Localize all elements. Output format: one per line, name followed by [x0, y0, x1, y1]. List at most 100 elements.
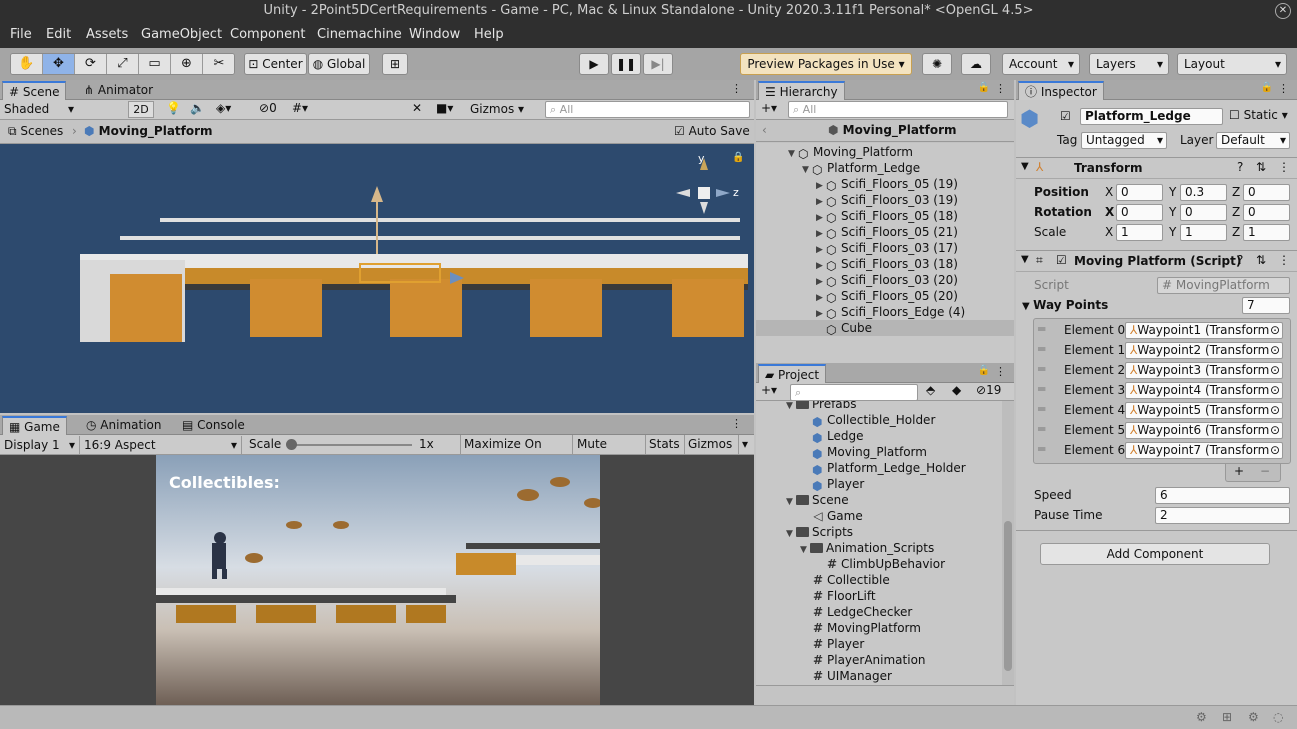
shading-dropdown[interactable]: Shaded ▾	[4, 101, 76, 118]
mute-audio-toggle[interactable]: Mute Audio	[572, 435, 644, 470]
stats-toggle[interactable]: Stats	[645, 435, 683, 454]
step-button[interactable]: ▶|	[643, 53, 673, 75]
object-picker-icon[interactable]: ⊙	[1270, 343, 1280, 358]
enabled-checkbox[interactable]: ☑	[1056, 253, 1067, 267]
hierarchy-item[interactable]: ▶ ⬡ Scifi_Floors_Edge (4)	[756, 304, 1014, 321]
drag-handle-icon[interactable]: ═	[1038, 362, 1045, 376]
project-script[interactable]: # PlayerAnimation	[812, 652, 926, 668]
game-gizmos-dropdown[interactable]: Gizmos ▾	[684, 435, 752, 454]
object-picker-icon[interactable]: ⊙	[1270, 443, 1280, 458]
lock-icon[interactable]: 🔒	[978, 365, 990, 376]
object-name-field[interactable]: Platform_Ledge	[1080, 108, 1223, 125]
menu-cinemachine[interactable]: Cinemachine	[317, 27, 402, 42]
add-element-button[interactable]: +	[1234, 464, 1244, 478]
help-icon[interactable]: ?	[1237, 160, 1243, 174]
menu-dots-icon[interactable]: ⋮	[731, 82, 742, 95]
waypoints-label[interactable]: ▼ Way Points	[1022, 296, 1108, 316]
waypoint-element[interactable]: ═ Element 5 ⅄Waypoint6 (Transform ⊙	[1034, 421, 1290, 441]
hierarchy-item-selected[interactable]: ⬡ Cube	[756, 320, 1014, 337]
project-search-input[interactable]: ⌕	[790, 384, 918, 401]
scene-viewport[interactable]: y z 🔒	[0, 144, 754, 413]
rect-tool-icon[interactable]: ▭	[139, 54, 171, 74]
menu-window[interactable]: Window	[409, 27, 460, 42]
scale-slider[interactable]	[286, 439, 412, 450]
scale-z-field[interactable]: 1	[1243, 224, 1290, 241]
object-picker-icon[interactable]: ⊙	[1270, 403, 1280, 418]
waypoint-element[interactable]: ═ Element 0 ⅄Waypoint1 (Transform ⊙	[1034, 321, 1290, 341]
menu-gameobject[interactable]: GameObject	[141, 27, 222, 42]
waypoint-element[interactable]: ═ Element 1 ⅄Waypoint2 (Transform ⊙	[1034, 341, 1290, 361]
more-icon[interactable]: ⋮	[1278, 160, 1290, 174]
project-asset[interactable]: ⬢ Platform_Ledge_Holder	[812, 460, 966, 477]
snap-icon[interactable]: ⊞	[382, 53, 408, 75]
object-picker-icon[interactable]: ⊙	[1270, 423, 1280, 438]
close-window-icon[interactable]: ✕	[1275, 3, 1291, 19]
lock-icon[interactable]: 🔒	[1261, 82, 1273, 93]
tab-project[interactable]: ▰ Project	[758, 364, 827, 383]
light-icon[interactable]: ✺	[922, 53, 952, 75]
camera-icon[interactable]: ■▾	[436, 101, 453, 115]
label-icon[interactable]: ◆	[952, 383, 961, 397]
effects-icon[interactable]: ◈▾	[216, 101, 231, 115]
breadcrumb-root[interactable]: ⧉ Scenes	[8, 124, 63, 139]
presets-icon[interactable]: ⇅	[1256, 253, 1266, 267]
scale-tool-icon[interactable]: ⤢	[107, 54, 139, 74]
account-dropdown[interactable]: Account ▾	[1002, 53, 1080, 75]
tab-hierarchy[interactable]: ☰ Hierarchy	[758, 81, 845, 100]
lock-icon[interactable]: 🔒	[732, 152, 744, 163]
presets-icon[interactable]: ⇅	[1256, 160, 1266, 174]
audio-icon[interactable]: 🔈	[190, 101, 205, 115]
hierarchy-item[interactable]: ▶ ⬡ Scifi_Floors_05 (18)	[756, 208, 1014, 225]
menu-edit[interactable]: Edit	[46, 27, 71, 42]
object-picker-icon[interactable]: ⊙	[1270, 323, 1280, 338]
project-script[interactable]: # Collectible	[812, 572, 890, 588]
hierarchy-item[interactable]: ▶ ⬡ Scifi_Floors_03 (18)	[756, 256, 1014, 273]
bug-icon[interactable]: ⚙	[1196, 710, 1207, 724]
drag-handle-icon[interactable]: ═	[1038, 342, 1045, 356]
tag-dropdown[interactable]: Untagged ▾	[1081, 132, 1167, 149]
pivot-center-button[interactable]: ⊡ Center	[244, 53, 307, 75]
grid-icon[interactable]: #▾	[292, 101, 308, 115]
scale-x-field[interactable]: 1	[1116, 224, 1163, 241]
project-folder[interactable]: ▼ Scripts	[786, 524, 853, 540]
scene-search-input[interactable]: ⌕ All	[545, 101, 750, 118]
hierarchy-item[interactable]: ▶ ⬡ Scifi_Floors_03 (20)	[756, 272, 1014, 289]
cache-icon[interactable]: ⊞	[1222, 710, 1232, 724]
script-component-header[interactable]: ▼ ⌗ ☑ Moving Platform (Script) ? ⇅ ⋮	[1016, 250, 1297, 272]
waypoint-object-field[interactable]: ⅄Waypoint2 (Transform ⊙	[1125, 342, 1283, 359]
static-toggle[interactable]: ☐ Static ▾	[1229, 108, 1288, 122]
progress-icon[interactable]: ◌	[1273, 710, 1283, 724]
project-asset[interactable]: ◁ Game	[812, 508, 862, 524]
project-folder[interactable]: ▼ Scene	[786, 492, 849, 508]
more-icon[interactable]: ⋮	[1278, 253, 1290, 267]
help-icon[interactable]: ?	[1237, 253, 1243, 267]
project-folder[interactable]: ▼ Animation_Scripts	[800, 540, 934, 556]
position-x-field[interactable]: 0	[1116, 184, 1163, 201]
game-viewport[interactable]: Collectibles:	[156, 455, 600, 705]
drag-handle-icon[interactable]: ═	[1038, 382, 1045, 396]
play-button[interactable]: ▶	[579, 53, 609, 75]
tab-inspector[interactable]: ⓘ Inspector	[1018, 81, 1104, 100]
aspect-dropdown[interactable]: 16:9 Aspect ▾	[84, 436, 242, 454]
menu-file[interactable]: File	[10, 27, 32, 42]
project-folder[interactable]: ▼ Prefabs	[786, 401, 857, 412]
menu-help[interactable]: Help	[474, 27, 504, 42]
hierarchy-search-input[interactable]: ⌕ All	[788, 101, 1008, 118]
add-component-button[interactable]: Add Component	[1040, 543, 1270, 565]
collab-icon[interactable]: ⚙	[1248, 710, 1259, 724]
project-asset[interactable]: ⬢ Player	[812, 476, 864, 493]
pivot-global-button[interactable]: ◍ Global	[308, 53, 370, 75]
drag-handle-icon[interactable]: ═	[1038, 322, 1045, 336]
filter-type-icon[interactable]: ⬘	[926, 383, 935, 397]
active-checkbox[interactable]: ☑	[1060, 109, 1071, 123]
drag-handle-icon[interactable]: ═	[1038, 402, 1045, 416]
maximize-on-play-toggle[interactable]: Maximize On Play	[460, 435, 570, 470]
project-scrollbar-thumb[interactable]	[1004, 521, 1012, 671]
scale-slider-thumb[interactable]	[286, 439, 297, 450]
menu-dots-icon[interactable]: ⋮	[731, 417, 742, 430]
transform-tool-icon[interactable]: ⊕	[171, 54, 203, 74]
2d-toggle[interactable]: 2D	[128, 101, 154, 118]
preview-packages-button[interactable]: Preview Packages in Use ▾	[740, 53, 912, 75]
tab-console[interactable]: ▤ Console	[176, 416, 251, 435]
layer-dropdown[interactable]: Default ▾	[1216, 132, 1290, 149]
